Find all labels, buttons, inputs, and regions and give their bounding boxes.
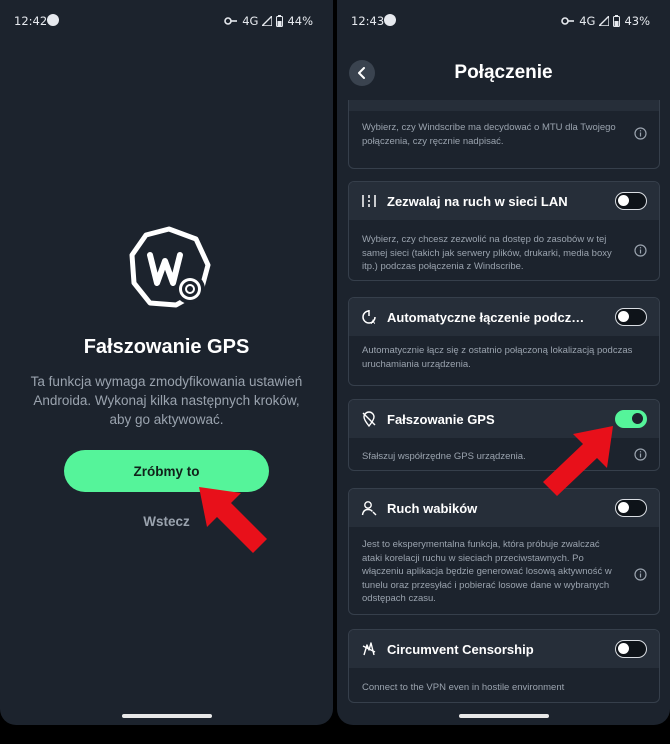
circumvent-censorship-card-header[interactable]: Circumvent Censorship (349, 630, 659, 668)
auto-connect-icon: A (362, 310, 376, 325)
status-time: 12:43 (351, 14, 385, 28)
decoy-traffic-label: Ruch wabików (387, 501, 478, 516)
decoy-traffic-description: Jest to eksperymentalna funkcja, która p… (362, 539, 612, 604)
auto-connect-toggle[interactable] (615, 308, 647, 326)
home-indicator[interactable] (459, 714, 549, 718)
auto-connect-card: A Automatyczne łączenie podcz… Automatyc… (348, 297, 660, 386)
signal-icon (262, 16, 273, 26)
lan-label: Zezwalaj na ruch w sieci LAN (387, 194, 568, 209)
circumvent-censorship-card: Circumvent Censorship Connect to the VPN… (348, 629, 660, 703)
network-type: 4G (242, 14, 259, 28)
signal-icon (599, 16, 610, 26)
battery-icon (613, 15, 621, 27)
gesture-bar (0, 706, 333, 725)
decoy-user-icon (361, 501, 377, 516)
vpn-key-icon (561, 17, 575, 25)
status-time: 12:42 (14, 14, 48, 28)
network-type: 4G (579, 14, 596, 28)
windscribe-logo-icon (129, 226, 211, 308)
battery-level: 44% (287, 14, 313, 28)
lan-icon (362, 195, 376, 207)
gps-spoofing-toggle[interactable] (615, 410, 647, 428)
info-icon[interactable] (634, 244, 647, 257)
lan-card: Zezwalaj na ruch w sieci LAN Wybierz, cz… (348, 181, 660, 281)
back-link[interactable]: Wstecz (0, 514, 333, 529)
circumvent-censorship-label: Circumvent Censorship (387, 642, 534, 657)
gesture-bar (337, 706, 670, 725)
circumvent-censorship-description: Connect to the VPN even in hostile envir… (362, 682, 565, 693)
settings-list[interactable]: Wybierz, czy Windscribe ma decydować o M… (337, 100, 670, 725)
home-indicator[interactable] (122, 714, 212, 718)
notification-icon (47, 14, 59, 26)
lan-card-header[interactable]: Zezwalaj na ruch w sieci LAN (349, 182, 659, 220)
decoy-traffic-card: Ruch wabików Jest to eksperymentalna fun… (348, 488, 660, 615)
auto-connect-description: Automatycznie łącz się z ostatnio połącz… (362, 345, 633, 370)
decoy-traffic-toggle[interactable] (615, 499, 647, 517)
info-icon[interactable] (634, 568, 647, 581)
gps-spoofing-label: Fałszowanie GPS (387, 412, 495, 427)
toggle-knob (618, 195, 629, 206)
status-bar: 12:42 4G 44% (0, 0, 333, 40)
info-icon[interactable] (634, 127, 647, 140)
feature-description: Ta funkcja wymaga zmodyfikowania ustawie… (30, 374, 303, 427)
red-arrow-annotation (543, 426, 613, 496)
info-icon[interactable] (634, 448, 647, 461)
censorship-icon (362, 642, 376, 656)
status-indicators: 4G 44% (224, 14, 313, 28)
status-bar: 12:43 4G 43% (337, 0, 670, 40)
battery-level: 43% (624, 14, 650, 28)
toggle-knob (632, 413, 643, 424)
circumvent-censorship-toggle[interactable] (615, 640, 647, 658)
auto-connect-card-header[interactable]: A Automatyczne łączenie podcz… (349, 298, 659, 336)
mtu-description: Wybierz, czy Windscribe ma decydować o M… (362, 122, 616, 147)
toggle-knob (618, 643, 629, 654)
right-screen: 12:43 4G 43% Połączenie Wybierz, czy Win… (337, 0, 670, 725)
page-title: Połączenie (454, 62, 553, 83)
mtu-card: Wybierz, czy Windscribe ma decydować o M… (348, 100, 660, 169)
lan-description: Wybierz, czy chcesz zezwolić na dostęp d… (362, 234, 612, 272)
lan-toggle[interactable] (615, 192, 647, 210)
battery-icon (276, 15, 284, 27)
feature-title: Fałszowanie GPS (83, 336, 250, 358)
toggle-knob (618, 311, 629, 322)
red-arrow-annotation (199, 487, 267, 553)
vpn-key-icon (224, 17, 238, 25)
left-screen: 12:42 4G 44% Fałszowanie GPS Ta funkcja … (0, 0, 333, 725)
status-indicators: 4G 43% (561, 14, 650, 28)
gps-off-icon (362, 411, 376, 427)
mtu-card-header[interactable] (349, 100, 659, 111)
svg-text:A: A (371, 319, 376, 325)
toggle-knob (618, 502, 629, 513)
notification-icon (384, 14, 396, 26)
auto-connect-label: Automatyczne łączenie podcz… (387, 310, 585, 325)
